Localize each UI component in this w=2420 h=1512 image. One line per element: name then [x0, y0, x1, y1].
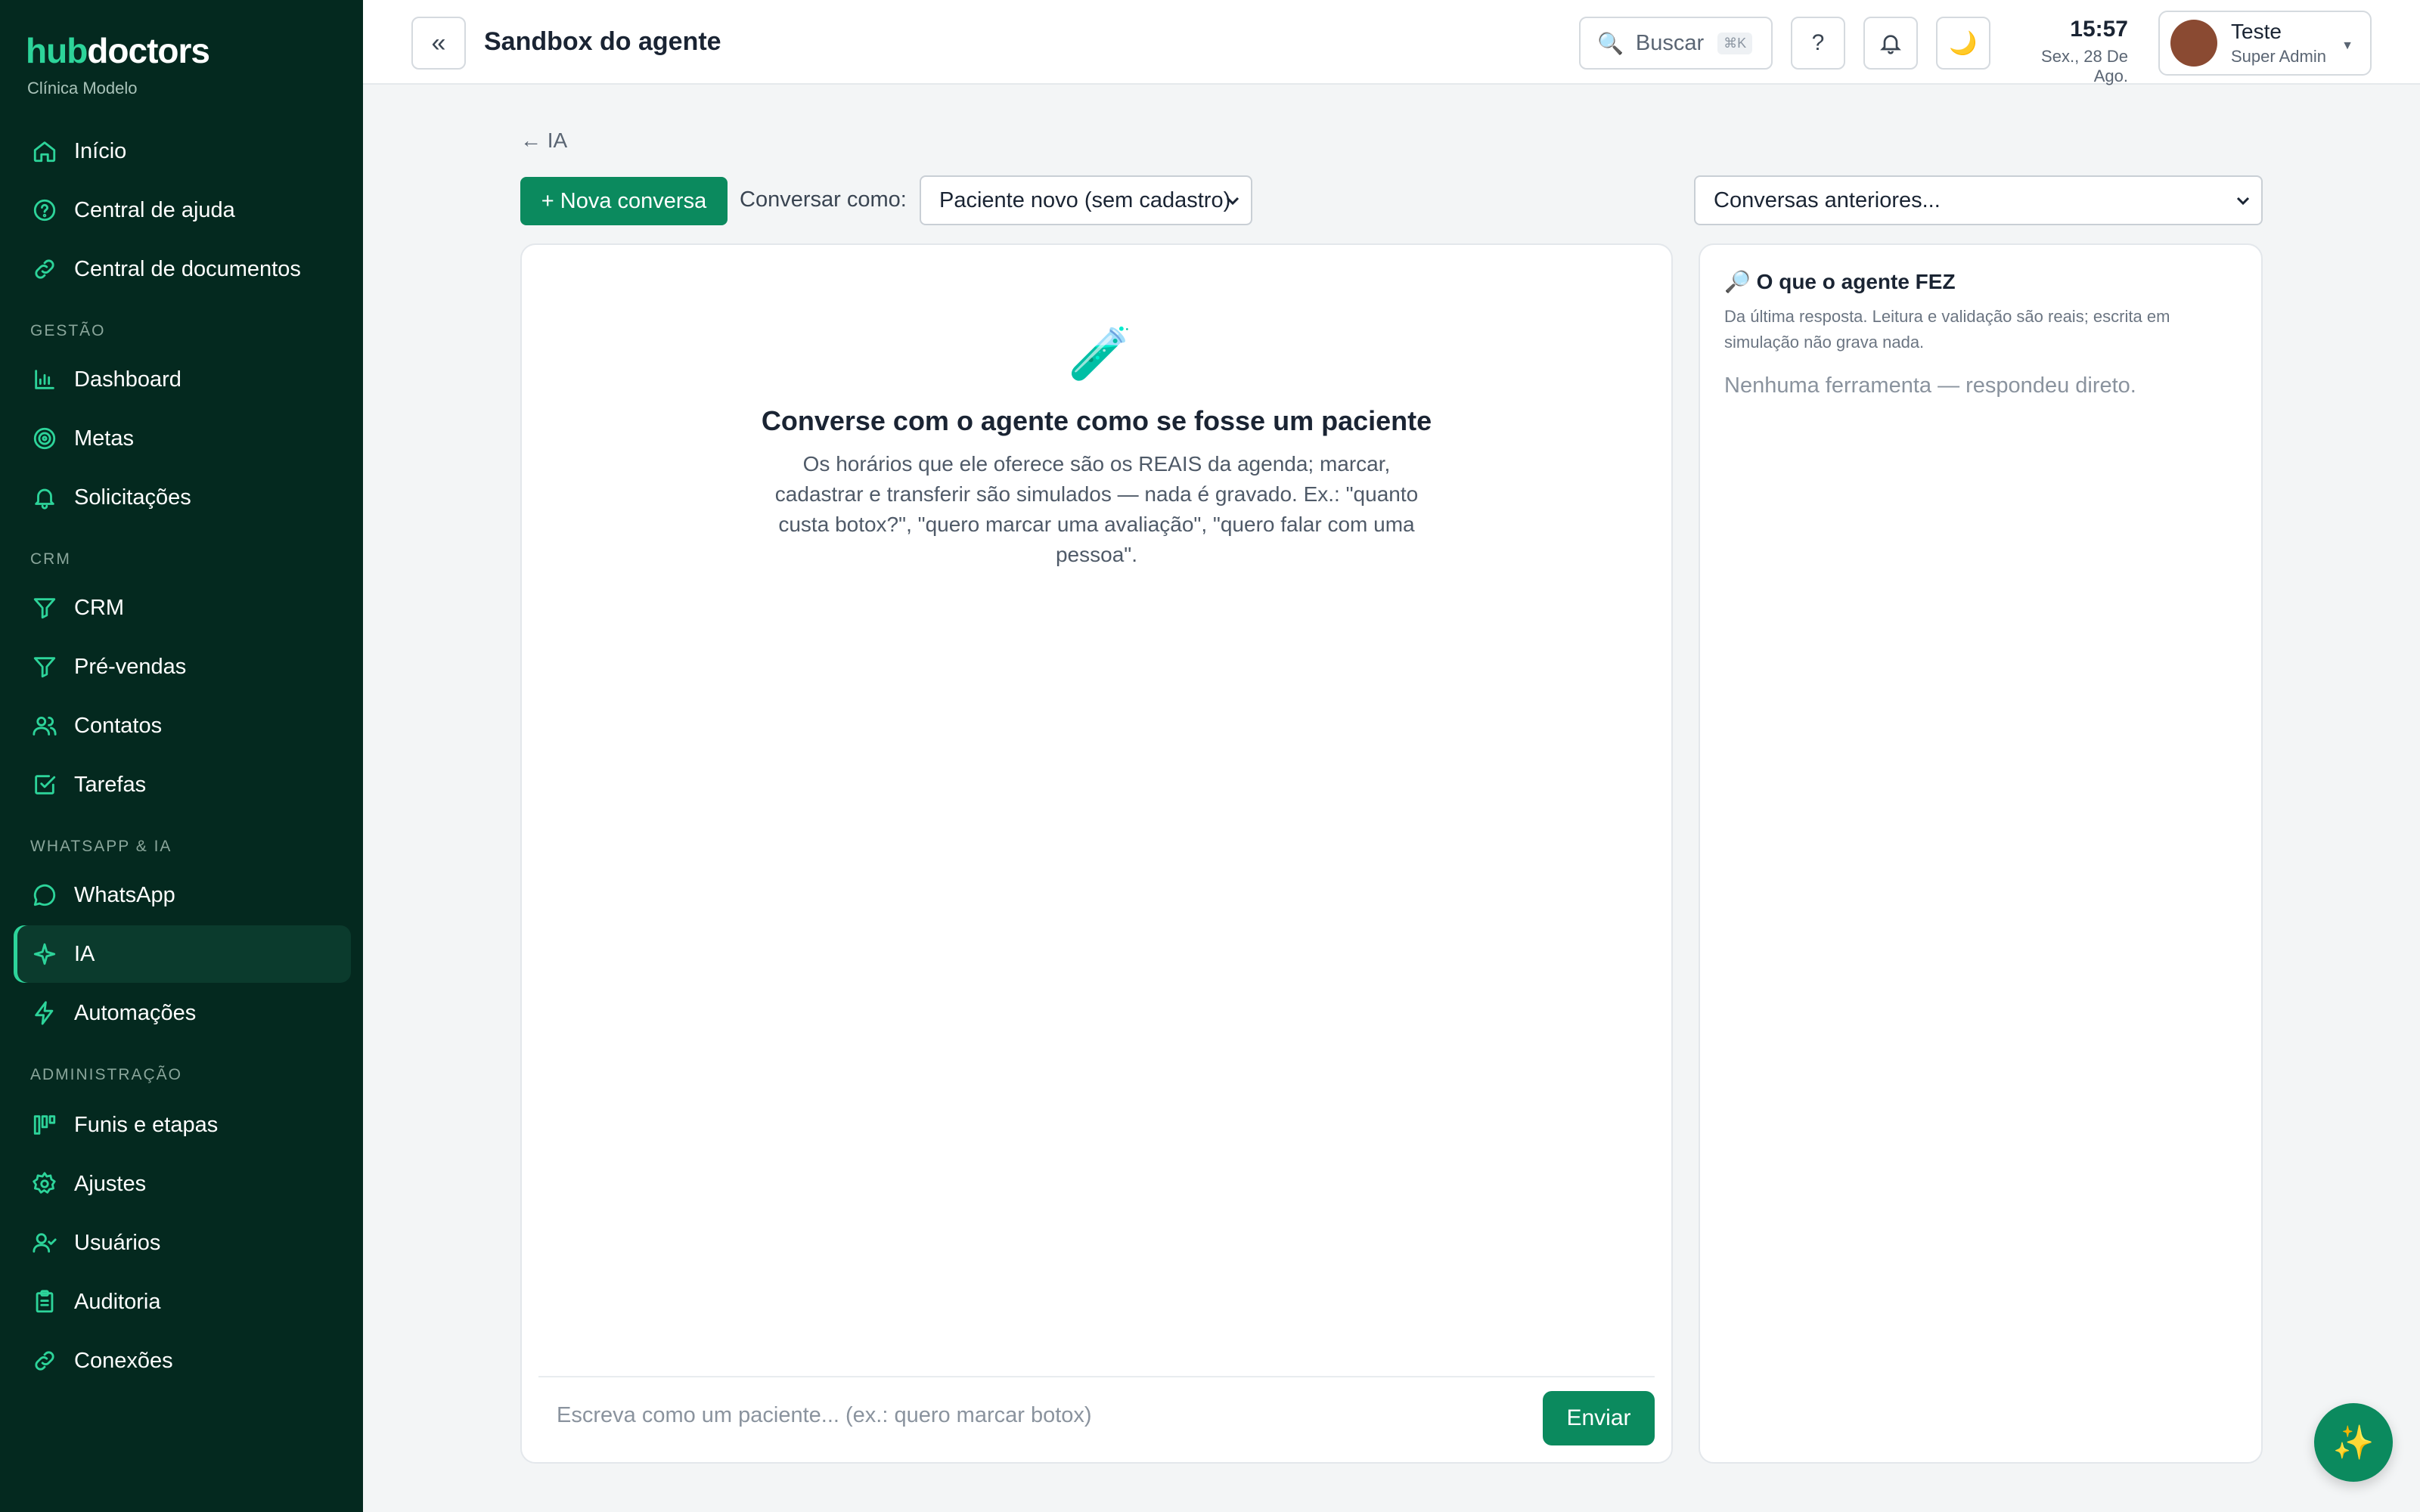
previous-conversations-select[interactable]: Conversas anteriores... — [1694, 175, 2263, 225]
clinic-name: Clínica Modelo — [27, 79, 138, 98]
user-menu[interactable]: Teste Super Admin ▼ — [2158, 11, 2372, 76]
kanban-icon — [29, 1109, 60, 1141]
sidebar-item-usuarios[interactable]: Usuários — [14, 1214, 351, 1272]
search-label: Buscar — [1635, 30, 1705, 55]
agent-actions-empty: Nenhuma ferramenta — respondeu direto. — [1724, 373, 2136, 398]
avatar — [2170, 20, 2217, 67]
link-icon — [29, 253, 60, 285]
collapse-sidebar-button[interactable]: « — [411, 17, 466, 70]
sidebar-item-automacoes[interactable]: Automações — [14, 984, 351, 1042]
target-icon — [29, 423, 60, 454]
message-input[interactable]: Escreva como um paciente... (ex.: quero … — [557, 1403, 1092, 1428]
section-crm: CRM — [30, 550, 71, 568]
magnifier-icon: 🔎 — [1724, 270, 1751, 293]
user-check-icon — [29, 1227, 60, 1259]
sparkles-icon: ✨ — [2332, 1424, 2375, 1461]
agent-actions-panel — [1699, 243, 2263, 1464]
sidebar-item-central-de-documentos[interactable]: Central de documentos — [14, 240, 351, 298]
clock: 15:57 Sex., 28 De Ago. — [2007, 17, 2128, 86]
bar-chart-icon — [29, 364, 60, 395]
search-shortcut: ⌘K — [1717, 32, 1753, 54]
bell-icon — [29, 482, 60, 513]
caret-down-icon: ▼ — [2341, 39, 2353, 52]
search-button[interactable]: 🔍 Buscar ⌘K — [1579, 17, 1773, 70]
sidebar-item-tarefas[interactable]: Tarefas — [14, 756, 351, 813]
user-name: Teste — [2231, 20, 2282, 43]
empty-state-title: Converse com o agente como se fosse um p… — [761, 405, 1432, 436]
sidebar-item-inicio[interactable]: Início — [14, 122, 351, 180]
chevron-down-icon — [1224, 191, 1242, 209]
sidebar-item-pre-vendas[interactable]: Pré-vendas — [14, 638, 351, 696]
agent-actions-title: 🔎 O que o agente FEZ — [1724, 270, 1956, 293]
topbar: « Sandbox do agente 🔍 Buscar ⌘K ? 🌙 15:5… — [363, 0, 2420, 85]
help-button[interactable]: ? — [1791, 17, 1845, 70]
test-tube-icon: 🧪 — [1068, 325, 1132, 383]
sidebar-item-whatsapp[interactable]: WhatsApp — [14, 866, 351, 924]
new-conversation-button[interactable]: + Nova conversa — [520, 177, 728, 225]
section-gestao: GESTÃO — [30, 322, 106, 339]
home-icon — [29, 135, 60, 167]
brand-logo[interactable]: hubdoctors — [26, 30, 210, 71]
current-date: Sex., 28 De Ago. — [2041, 47, 2128, 85]
ai-assistant-button[interactable]: ✨ — [2314, 1403, 2393, 1482]
converse-as-value: Paciente novo (sem cadastro) — [939, 187, 1231, 212]
lightning-icon — [29, 997, 60, 1029]
notifications-button[interactable] — [1863, 17, 1918, 70]
previous-conversations-value: Conversas anteriores... — [1714, 187, 1941, 212]
bell-icon — [1879, 31, 1903, 55]
chat-bubble-icon — [29, 879, 60, 911]
theme-toggle-button[interactable]: 🌙 — [1936, 17, 1990, 70]
send-button[interactable]: Enviar — [1543, 1391, 1655, 1445]
converse-as-label: Conversar como: — [740, 187, 907, 212]
sidebar-item-auditoria[interactable]: Auditoria — [14, 1273, 351, 1331]
funnel-icon — [29, 592, 60, 624]
current-time: 15:57 — [2070, 17, 2128, 42]
help-circle-icon — [29, 194, 60, 226]
user-role: Super Admin — [2231, 47, 2326, 66]
sidebar-item-solicitacoes[interactable]: Solicitações — [14, 469, 351, 526]
sidebar-item-dashboard[interactable]: Dashboard — [14, 351, 351, 408]
page-title: Sandbox do agente — [484, 27, 721, 56]
sidebar-item-ia[interactable]: IA — [14, 925, 351, 983]
sidebar-item-contatos[interactable]: Contatos — [14, 697, 351, 754]
back-link[interactable]: ← IA — [520, 129, 567, 153]
sidebar-item-funis-e-etapas[interactable]: Funis e etapas — [14, 1096, 351, 1154]
search-icon: 🔍 — [1597, 31, 1624, 55]
moon-icon: 🌙 — [1949, 30, 1978, 56]
section-administracao: ADMINISTRAÇÃO — [30, 1066, 183, 1083]
converse-as-select[interactable]: Paciente novo (sem cadastro) — [920, 175, 1252, 225]
chevron-down-icon — [2234, 191, 2252, 209]
funnel-icon — [29, 651, 60, 683]
users-icon — [29, 710, 60, 742]
gear-icon — [29, 1168, 60, 1200]
composer-divider — [538, 1376, 1655, 1377]
sidebar-item-central-de-ajuda[interactable]: Central de ajuda — [14, 181, 351, 239]
agent-actions-subtitle: Da última resposta. Leitura e validação … — [1724, 307, 2170, 352]
section-whatsapp-ia: WHATSAPP & IA — [30, 838, 172, 855]
sparkle-icon — [29, 938, 60, 970]
sidebar: hubdoctors Clínica Modelo Início Central… — [0, 0, 363, 1512]
link-icon — [29, 1345, 60, 1377]
sidebar-item-crm[interactable]: CRM — [14, 579, 351, 637]
checkbox-icon — [29, 769, 60, 801]
sidebar-item-metas[interactable]: Metas — [14, 410, 351, 467]
sidebar-item-ajustes[interactable]: Ajustes — [14, 1155, 351, 1213]
sidebar-item-conexoes[interactable]: Conexões — [14, 1332, 351, 1390]
empty-state-description: Os horários que ele oferece são os REAIS… — [774, 452, 1419, 566]
clipboard-icon — [29, 1286, 60, 1318]
